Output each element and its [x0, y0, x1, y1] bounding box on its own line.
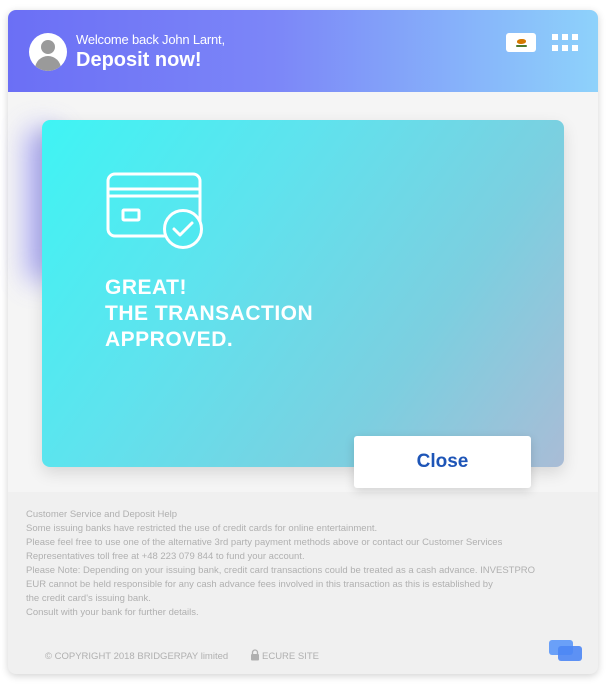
welcome-text: Welcome back John Larnt, [76, 32, 225, 47]
secure-site-label: ECURE SITE [262, 651, 319, 662]
credit-card-check-icon [106, 172, 203, 249]
message-line: APPROVED. [105, 328, 234, 351]
message-line: THE TRANSACTION [105, 302, 314, 325]
help-line: the credit card's issuing bank. [26, 593, 151, 604]
header-bar: Welcome back John Larnt, Deposit now! [8, 10, 598, 92]
help-line: Please feel free to use one of the alter… [26, 537, 503, 548]
copyright-text: © COPYRIGHT 2018 BRIDGERPAY limited [45, 651, 229, 662]
lock-icon [251, 649, 259, 661]
page-title: Deposit now! [76, 49, 202, 71]
help-line: EUR cannot be held responsible for any c… [26, 579, 493, 590]
close-button[interactable]: Close [354, 436, 531, 488]
grid-menu-icon[interactable] [552, 34, 578, 51]
help-line: Some issuing banks have restricted the u… [26, 523, 378, 534]
user-avatar-icon [29, 33, 67, 71]
help-line: Please Note: Depending on your issuing b… [26, 565, 536, 576]
chat-icon[interactable] [549, 640, 583, 662]
message-line: GREAT! [105, 276, 187, 299]
cyprus-flag-icon[interactable] [506, 33, 536, 52]
help-line: Consult with your bank for further detai… [26, 607, 199, 618]
success-message: GREAT! THE TRANSACTION APPROVED. [105, 275, 313, 353]
secure-site-text: ECURE SITE [262, 651, 320, 662]
help-text: Customer Service and Deposit Help Some i… [26, 508, 556, 620]
help-line: Customer Service and Deposit Help [26, 509, 178, 520]
help-line: Representatives toll free at +48 223 079… [26, 551, 305, 562]
